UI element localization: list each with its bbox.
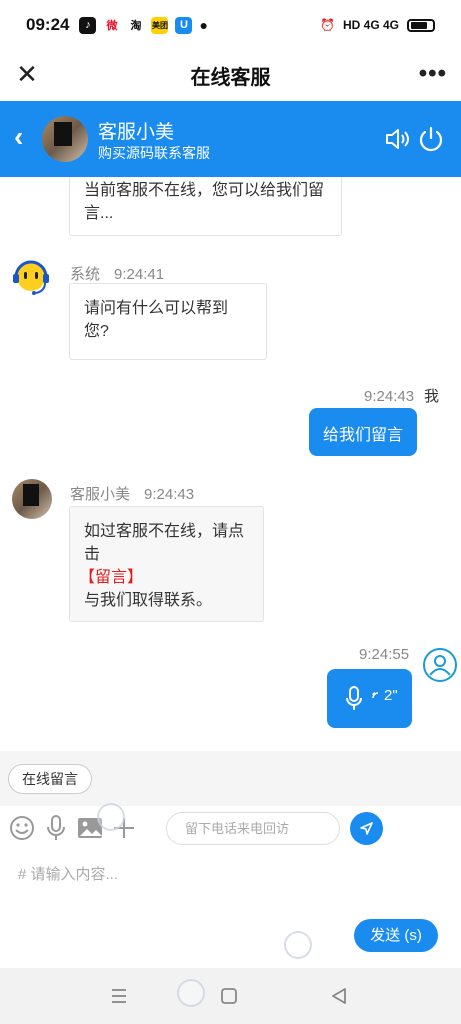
back-icon[interactable]: ‹ [14,123,23,151]
message-time: 9:24:55 [359,646,410,663]
system-robot-icon [13,260,49,295]
page-title: 在线客服 [190,66,271,89]
agent-subtitle: 购买源码联系客服 [98,145,210,161]
touch-indicator [97,803,125,831]
system-nav-bar [0,968,461,1024]
agent-name: 客服小美 [98,122,175,143]
message-meta: 系统 9:24:41 [70,263,164,284]
send-button[interactable]: 发送 (s) [354,919,438,952]
message-meta: 9:24:43 我 [364,385,439,406]
touch-indicator [177,979,205,1007]
message-time: 9:24:41 [114,266,165,283]
sender-name: 客服小美 [70,486,131,503]
message-bubble-user: 给我们留言 [309,408,417,456]
message-input-area[interactable]: # 请输入内容... 发送 (s) [0,851,461,968]
voice-message-bubble[interactable]: 2" [327,669,412,728]
quick-reply-bar: 在线留言 [0,751,461,806]
menu-icon[interactable] [109,986,129,1006]
message-text: 如过客服不在线，请点击 [84,523,245,563]
network-icon: HD 4G 4G [342,18,399,32]
quick-reply-button[interactable]: 在线留言 [8,764,92,794]
tiktok-icon: ♪ [79,16,97,34]
message-meta: 客服小美 9:24:43 [70,483,194,504]
voice-wave-icon [372,692,379,699]
dot-icon: ● [199,17,208,33]
meituan-icon: 美团 [151,16,169,34]
status-time: 09:24 [26,15,70,34]
power-icon[interactable] [417,125,445,153]
touch-indicator [284,931,312,959]
alarm-icon: ⏰ [320,18,335,32]
speaker-icon[interactable] [383,125,411,153]
message-text: 给我们留言 [323,427,404,444]
agent-avatar [42,116,88,162]
taobao-icon: 淘 [130,20,142,32]
title-bar: ✕ 在线客服 ••• [0,50,461,100]
message-time: 9:24:43 [144,486,195,503]
close-icon[interactable]: ✕ [14,61,40,88]
status-right: ⏰ HD 4G 4G [320,18,435,32]
message-meta: 9:24:55 [359,646,409,663]
message-text: 请问有什么可以帮到您? [84,300,229,340]
agent-avatar [12,479,52,519]
chat-header: ‹ 客服小美 购买源码联系客服 [0,101,461,177]
input-toolbar: 留下电话来电回访 [0,806,461,851]
sender-name: 我 [424,388,440,405]
message-input[interactable]: # 请输入内容... [18,863,118,884]
message-text: 当前客服不在线，您可以给我们留言... [84,182,325,222]
user-avatar-icon [423,648,457,682]
weibo-icon: 微 [106,20,118,32]
microphone-icon[interactable] [42,814,70,842]
message-bubble: 如过客服不在线，请点击 【留言】 与我们取得联系。 [69,506,264,622]
message-text: 与我们取得联系。 [84,592,213,609]
callback-submit-button[interactable] [350,812,383,845]
message-time: 9:24:43 [364,388,415,405]
home-icon[interactable] [219,986,239,1006]
voice-duration: 2" [384,687,398,704]
sender-name: 系统 [70,266,101,283]
send-arrow-icon [360,822,373,835]
back-nav-icon[interactable] [329,986,349,1006]
leave-message-link[interactable]: 【留言】 [79,566,249,589]
message-bubble: 当前客服不在线，您可以给我们留言... [69,177,342,236]
app-u-icon: U [175,16,193,34]
battery-icon [407,18,435,32]
status-bar: 09:24 ♪ 微 淘 美团 U ● ⏰ HD 4G 4G [0,0,461,50]
chat-area[interactable]: 当前客服不在线，您可以给我们留言... 系统 9:24:41 请问有什么可以帮到您… [0,177,461,751]
more-icon[interactable]: ••• [419,60,447,88]
microphone-icon [346,686,362,710]
message-bubble: 请问有什么可以帮到您? [69,283,267,360]
status-app-icons: ♪ 微 淘 美团 U ● [79,16,208,34]
callback-phone-input[interactable]: 留下电话来电回访 [166,812,340,845]
emoji-icon[interactable] [8,814,36,842]
